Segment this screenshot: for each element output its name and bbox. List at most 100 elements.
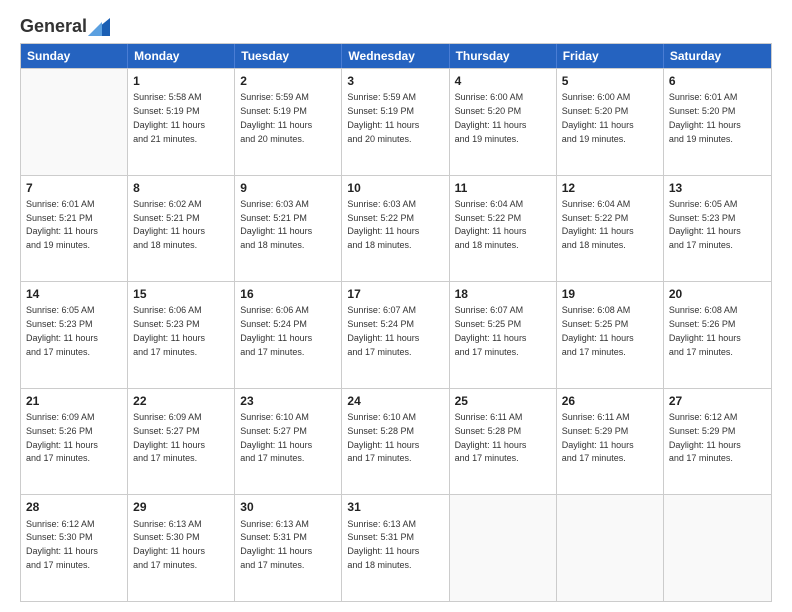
cell-sun-info: Sunrise: 6:07 AM Sunset: 5:25 PM Dayligh…	[455, 305, 527, 356]
calendar-cell: 23Sunrise: 6:10 AM Sunset: 5:27 PM Dayli…	[235, 389, 342, 495]
day-number: 7	[26, 180, 122, 196]
day-number: 19	[562, 286, 658, 302]
cell-sun-info: Sunrise: 6:03 AM Sunset: 5:21 PM Dayligh…	[240, 199, 312, 250]
cell-sun-info: Sunrise: 6:07 AM Sunset: 5:24 PM Dayligh…	[347, 305, 419, 356]
page: General SundayMondayTuesdayWednesdayThur…	[0, 0, 792, 612]
calendar-cell: 29 Sunrise: 6:13 AM Sunset: 5:30 PM Dayli…	[128, 495, 235, 601]
calendar-cell: 15 Sunrise: 6:06 AM Sunset: 5:23 PM Dayli…	[128, 282, 235, 388]
cell-sun-info: Sunrise: 6:06 AM Sunset: 5:23 PM Dayligh…	[133, 305, 205, 356]
cell-sun-info: Sunrise: 6:04 AM Sunset: 5:22 PM Dayligh…	[455, 199, 527, 250]
weekday-header: Thursday	[450, 44, 557, 68]
day-number: 27	[669, 393, 766, 409]
cell-sun-info: Sunrise: 6:08 AM Sunset: 5:25 PM Dayligh…	[562, 305, 634, 356]
day-number: 28	[26, 499, 122, 515]
day-number: 9	[240, 180, 336, 196]
calendar-body: 1 Sunrise: 5:58 AM Sunset: 5:19 PM Daylig…	[21, 68, 771, 601]
day-number: 29	[133, 499, 229, 515]
calendar-cell: 8Sunrise: 6:02 AM Sunset: 5:21 PM Daylig…	[128, 176, 235, 282]
logo-general: General	[20, 16, 87, 37]
day-number: 5	[562, 73, 658, 89]
weekday-header: Friday	[557, 44, 664, 68]
calendar-row: 14 Sunrise: 6:05 AM Sunset: 5:23 PM Dayli…	[21, 281, 771, 388]
cell-sun-info: Sunrise: 6:06 AM Sunset: 5:24 PM Dayligh…	[240, 305, 312, 356]
cell-sun-info: Sunrise: 6:03 AM Sunset: 5:22 PM Dayligh…	[347, 199, 419, 250]
calendar-cell: 18 Sunrise: 6:07 AM Sunset: 5:25 PM Dayli…	[450, 282, 557, 388]
calendar-cell: 21 Sunrise: 6:09 AM Sunset: 5:26 PM Dayli…	[21, 389, 128, 495]
day-number: 30	[240, 499, 336, 515]
cell-sun-info: Sunrise: 6:11 AM Sunset: 5:29 PM Dayligh…	[562, 412, 634, 463]
day-number: 20	[669, 286, 766, 302]
weekday-header: Tuesday	[235, 44, 342, 68]
cell-sun-info: Sunrise: 6:12 AM Sunset: 5:30 PM Dayligh…	[26, 519, 98, 570]
day-number: 12	[562, 180, 658, 196]
calendar-row: 7 Sunrise: 6:01 AM Sunset: 5:21 PM Daylig…	[21, 175, 771, 282]
day-number: 2	[240, 73, 336, 89]
calendar-cell: 13Sunrise: 6:05 AM Sunset: 5:23 PM Dayli…	[664, 176, 771, 282]
calendar: SundayMondayTuesdayWednesdayThursdayFrid…	[20, 43, 772, 602]
day-number: 1	[133, 73, 229, 89]
day-number: 3	[347, 73, 443, 89]
calendar-cell	[557, 495, 664, 601]
day-number: 18	[455, 286, 551, 302]
cell-sun-info: Sunrise: 6:13 AM Sunset: 5:31 PM Dayligh…	[240, 519, 312, 570]
calendar-cell	[664, 495, 771, 601]
day-number: 21	[26, 393, 122, 409]
cell-sun-info: Sunrise: 6:11 AM Sunset: 5:28 PM Dayligh…	[455, 412, 527, 463]
cell-sun-info: Sunrise: 6:10 AM Sunset: 5:28 PM Dayligh…	[347, 412, 419, 463]
calendar-cell: 25 Sunrise: 6:11 AM Sunset: 5:28 PM Dayli…	[450, 389, 557, 495]
calendar-cell: 28 Sunrise: 6:12 AM Sunset: 5:30 PM Dayli…	[21, 495, 128, 601]
calendar-cell: 7 Sunrise: 6:01 AM Sunset: 5:21 PM Daylig…	[21, 176, 128, 282]
day-number: 17	[347, 286, 443, 302]
cell-sun-info: Sunrise: 5:58 AM Sunset: 5:19 PM Dayligh…	[133, 92, 205, 143]
calendar-cell: 20 Sunrise: 6:08 AM Sunset: 5:26 PM Dayli…	[664, 282, 771, 388]
cell-sun-info: Sunrise: 6:01 AM Sunset: 5:21 PM Dayligh…	[26, 199, 98, 250]
calendar-cell	[21, 69, 128, 175]
calendar-cell: 3 Sunrise: 5:59 AM Sunset: 5:19 PM Daylig…	[342, 69, 449, 175]
cell-sun-info: Sunrise: 5:59 AM Sunset: 5:19 PM Dayligh…	[240, 92, 312, 143]
day-number: 8	[133, 180, 229, 196]
weekday-header: Monday	[128, 44, 235, 68]
calendar-row: 28 Sunrise: 6:12 AM Sunset: 5:30 PM Dayli…	[21, 494, 771, 601]
calendar-header: SundayMondayTuesdayWednesdayThursdayFrid…	[21, 44, 771, 68]
calendar-row: 21 Sunrise: 6:09 AM Sunset: 5:26 PM Dayli…	[21, 388, 771, 495]
cell-sun-info: Sunrise: 6:05 AM Sunset: 5:23 PM Dayligh…	[26, 305, 98, 356]
logo-icon	[88, 18, 110, 36]
cell-sun-info: Sunrise: 6:13 AM Sunset: 5:31 PM Dayligh…	[347, 519, 419, 570]
cell-sun-info: Sunrise: 6:09 AM Sunset: 5:27 PM Dayligh…	[133, 412, 205, 463]
day-number: 10	[347, 180, 443, 196]
calendar-cell: 10 Sunrise: 6:03 AM Sunset: 5:22 PM Dayli…	[342, 176, 449, 282]
calendar-cell: 5Sunrise: 6:00 AM Sunset: 5:20 PM Daylig…	[557, 69, 664, 175]
cell-sun-info: Sunrise: 6:04 AM Sunset: 5:22 PM Dayligh…	[562, 199, 634, 250]
cell-sun-info: Sunrise: 6:01 AM Sunset: 5:20 PM Dayligh…	[669, 92, 741, 143]
day-number: 6	[669, 73, 766, 89]
calendar-cell: 9 Sunrise: 6:03 AM Sunset: 5:21 PM Daylig…	[235, 176, 342, 282]
header: General	[20, 16, 772, 33]
calendar-cell: 19 Sunrise: 6:08 AM Sunset: 5:25 PM Dayli…	[557, 282, 664, 388]
calendar-cell: 26 Sunrise: 6:11 AM Sunset: 5:29 PM Dayli…	[557, 389, 664, 495]
cell-sun-info: Sunrise: 5:59 AM Sunset: 5:19 PM Dayligh…	[347, 92, 419, 143]
cell-sun-info: Sunrise: 6:09 AM Sunset: 5:26 PM Dayligh…	[26, 412, 98, 463]
day-number: 24	[347, 393, 443, 409]
day-number: 26	[562, 393, 658, 409]
day-number: 4	[455, 73, 551, 89]
calendar-cell: 6 Sunrise: 6:01 AM Sunset: 5:20 PM Daylig…	[664, 69, 771, 175]
calendar-cell: 27 Sunrise: 6:12 AM Sunset: 5:29 PM Dayli…	[664, 389, 771, 495]
cell-sun-info: Sunrise: 6:08 AM Sunset: 5:26 PM Dayligh…	[669, 305, 741, 356]
weekday-header: Saturday	[664, 44, 771, 68]
cell-sun-info: Sunrise: 6:12 AM Sunset: 5:29 PM Dayligh…	[669, 412, 741, 463]
day-number: 22	[133, 393, 229, 409]
day-number: 15	[133, 286, 229, 302]
logo: General	[20, 16, 111, 33]
calendar-cell: 17 Sunrise: 6:07 AM Sunset: 5:24 PM Dayli…	[342, 282, 449, 388]
weekday-header: Sunday	[21, 44, 128, 68]
cell-sun-info: Sunrise: 6:00 AM Sunset: 5:20 PM Dayligh…	[455, 92, 527, 143]
calendar-cell: 4 Sunrise: 6:00 AM Sunset: 5:20 PM Daylig…	[450, 69, 557, 175]
day-number: 25	[455, 393, 551, 409]
calendar-cell: 1 Sunrise: 5:58 AM Sunset: 5:19 PM Daylig…	[128, 69, 235, 175]
cell-sun-info: Sunrise: 6:05 AM Sunset: 5:23 PM Dayligh…	[669, 199, 741, 250]
cell-sun-info: Sunrise: 6:13 AM Sunset: 5:30 PM Dayligh…	[133, 519, 205, 570]
day-number: 23	[240, 393, 336, 409]
calendar-row: 1 Sunrise: 5:58 AM Sunset: 5:19 PM Daylig…	[21, 68, 771, 175]
calendar-cell: 12 Sunrise: 6:04 AM Sunset: 5:22 PM Dayli…	[557, 176, 664, 282]
day-number: 14	[26, 286, 122, 302]
